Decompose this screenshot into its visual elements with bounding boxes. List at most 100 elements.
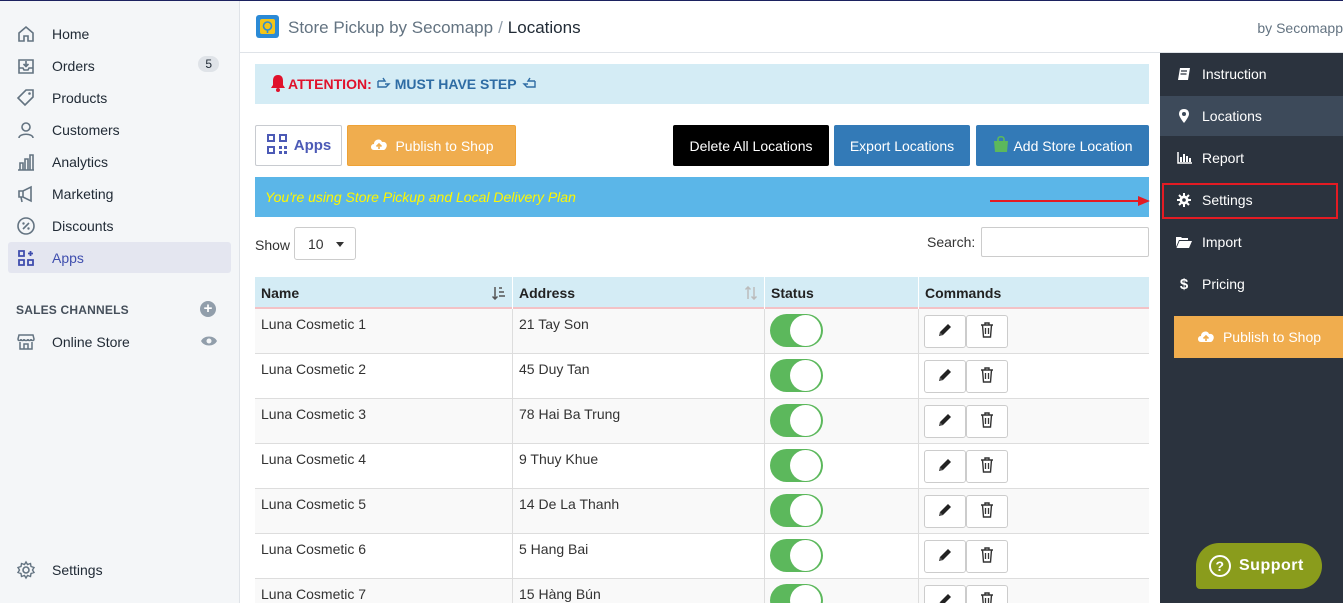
status-cell [765,444,919,489]
app-logo-icon [256,15,279,38]
apps-button[interactable]: Apps [255,125,342,166]
export-locations-button[interactable]: Export Locations [834,125,970,166]
search-input[interactable] [981,227,1149,257]
folder-open-icon [1176,236,1192,248]
nav-item-home[interactable]: Home [8,18,231,49]
edit-location-button[interactable] [924,450,966,483]
location-address-cell: 78 Hai Ba Trung [513,399,765,444]
breadcrumb-app-link[interactable]: Store Pickup by Secomapp [288,18,493,37]
status-toggle[interactable] [770,314,823,347]
nav-label: Products [52,89,108,106]
commands-cell [919,354,1149,399]
cloud-upload-icon [1196,329,1216,346]
column-header-name[interactable]: Name [255,277,513,309]
nav-item-customers[interactable]: Customers [8,114,231,145]
add-channel-button[interactable]: + [200,301,216,317]
delete-location-button[interactable] [966,360,1008,393]
location-address-cell: 14 De La Thanh [513,489,765,534]
app-nav-label: Pricing [1202,276,1245,292]
eye-icon[interactable] [200,334,218,351]
toggle-knob [790,315,821,346]
pencil-icon [937,502,953,521]
status-toggle[interactable] [770,404,823,437]
status-cell [765,399,919,444]
publish-to-shop-button[interactable]: Publish to Shop [347,125,516,166]
column-title: Address [519,285,576,301]
edit-location-button[interactable] [924,585,966,603]
commands-cell [919,579,1149,603]
pencil-icon [937,322,953,341]
edit-location-button[interactable] [924,540,966,573]
trash-icon [980,457,994,476]
trash-icon [980,592,994,603]
commands-cell [919,399,1149,444]
delete-location-button[interactable] [966,450,1008,483]
nav-label: Settings [52,561,103,578]
delete-location-button[interactable] [966,585,1008,603]
nav-item-analytics[interactable]: Analytics [8,146,231,177]
delete-location-button[interactable] [966,405,1008,438]
nav-label: Discounts [52,217,114,234]
trash-icon [980,502,994,521]
dollar-icon: $ [1179,275,1189,293]
pencil-icon [937,592,953,603]
sidebar-publish-to-shop-button[interactable]: Publish to Shop [1174,316,1343,358]
search-label: Search: [927,234,976,250]
main-content: ATTENTION: MUST HAVE STEP Apps Publish t… [240,53,1160,603]
nav-item-settings[interactable]: Settings [8,554,231,585]
delete-location-button[interactable] [966,495,1008,528]
attention-banner[interactable]: ATTENTION: MUST HAVE STEP [255,64,1149,104]
hand-left-icon [521,76,536,92]
column-title: Name [261,285,300,301]
nav-label: Marketing [52,185,114,202]
status-toggle[interactable] [770,584,823,603]
settings-highlight-annotation [1162,183,1338,219]
status-toggle[interactable] [770,359,823,392]
edit-location-button[interactable] [924,360,966,393]
nav-item-marketing[interactable]: Marketing [8,178,231,209]
bar-chart-icon [1176,152,1192,164]
status-toggle[interactable] [770,539,823,572]
location-name-cell: Luna Cosmetic 4 [255,444,513,489]
app-nav-import[interactable]: Import [1160,222,1343,262]
edit-location-button[interactable] [924,495,966,528]
sidebar-publish-label: Publish to Shop [1222,329,1322,345]
delete-all-locations-button[interactable]: Delete All Locations [673,125,829,166]
location-name-cell: Luna Cosmetic 7 [255,579,513,603]
toggle-knob [790,540,821,571]
status-toggle[interactable] [770,449,823,482]
app-nav-locations[interactable]: Locations [1160,96,1343,136]
status-cell [765,579,919,603]
delete-location-button[interactable] [966,315,1008,348]
app-nav-report[interactable]: Report [1160,138,1343,178]
toggle-knob [790,495,821,526]
location-name-cell: Luna Cosmetic 5 [255,489,513,534]
page-size-select[interactable]: 10 [294,227,356,260]
person-icon [15,119,37,141]
location-name-cell: Luna Cosmetic 1 [255,309,513,354]
app-header: Store Pickup by Secomapp / Locations by Se… [240,1,1343,53]
shopping-bag-icon [992,135,1010,156]
nav-item-products[interactable]: Products [8,82,231,113]
nav-item-apps[interactable]: Apps [8,242,231,273]
nav-item-discounts[interactable]: Discounts [8,210,231,241]
edit-location-button[interactable] [924,315,966,348]
support-chat-button[interactable]: ? Support [1196,543,1322,589]
tag-icon [15,87,37,109]
app-nav-label: Import [1202,234,1242,250]
breadcrumb: Store Pickup by Secomapp / Locations [288,18,581,38]
column-header-address[interactable]: Address [513,277,765,309]
delete-location-button[interactable] [966,540,1008,573]
table-header: Name Address Status Commands [255,277,1149,309]
edit-location-button[interactable] [924,405,966,438]
nav-item-online-store[interactable]: Online Store [8,326,231,357]
plan-text: You're using Store Pickup and Local Deli… [265,189,576,205]
nav-item-orders[interactable]: Orders 5 [8,50,231,81]
app-nav-instruction[interactable]: Instruction [1160,54,1343,94]
add-store-location-button[interactable]: Add Store Location [976,125,1149,166]
nav-label: Apps [52,249,84,266]
developer-link[interactable]: by Secomapp [1257,20,1343,36]
support-label: Support [1239,557,1304,574]
app-nav-pricing[interactable]: $ Pricing [1160,264,1343,304]
status-toggle[interactable] [770,494,823,527]
